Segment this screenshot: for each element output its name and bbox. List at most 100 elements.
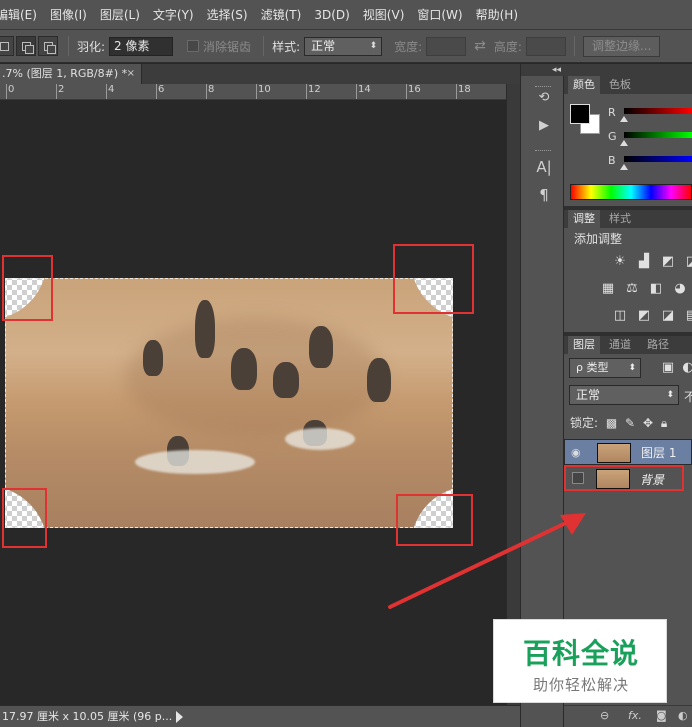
play-icon[interactable]: [176, 711, 183, 723]
tab-channels[interactable]: 通道: [604, 336, 636, 354]
layer-filter-select[interactable]: ρ 类型 ⬍: [569, 358, 641, 378]
layer-row-layer1[interactable]: ◉ 图层 1: [564, 439, 692, 465]
black-white-icon[interactable]: ◧: [648, 281, 664, 297]
lock-all-icon[interactable]: 🔒︎: [661, 416, 667, 430]
channel-b-label: B: [608, 154, 616, 167]
menu-help[interactable]: 帮助(H): [476, 6, 518, 23]
highlight-box: [393, 244, 474, 314]
blue-slider[interactable]: [624, 156, 692, 162]
layers-footer: ⊖ fx. ◙ ◐: [564, 705, 692, 727]
red-slider[interactable]: [624, 108, 692, 114]
style-select[interactable]: 正常 ⬍: [304, 36, 383, 56]
lock-position-icon[interactable]: ✥: [643, 416, 653, 430]
link-icon[interactable]: ⊖: [600, 709, 609, 722]
lock-transparency-icon[interactable]: ▩: [606, 416, 617, 430]
vibrance-icon[interactable]: ▦: [600, 281, 616, 297]
green-slider[interactable]: [624, 132, 692, 138]
layer-filter-value: ρ 类型: [576, 361, 609, 374]
height-input[interactable]: [525, 36, 566, 56]
watermark-logo: 百科全说 助你轻松解决: [493, 619, 667, 703]
grip-icon[interactable]: [535, 150, 551, 152]
color-balance-icon[interactable]: ⚖: [624, 281, 640, 297]
collapse-dock-icon[interactable]: ◂◂: [521, 64, 565, 76]
tab-styles[interactable]: 样式: [604, 210, 636, 228]
image-filter-icon[interactable]: ▣: [660, 360, 676, 376]
divider: [263, 36, 265, 56]
menu-filter[interactable]: 滤镜(T): [261, 6, 302, 23]
blend-mode-select[interactable]: 正常 ⬍: [569, 385, 679, 405]
document-tab[interactable]: .7% (图层 1, RGB/8#) * ×: [0, 64, 142, 84]
slider-thumb-icon[interactable]: [620, 164, 628, 170]
eye-icon[interactable]: ◉: [571, 446, 585, 460]
swap-icon[interactable]: ⇄: [474, 38, 486, 54]
divider: [68, 36, 69, 56]
lock-brush-icon[interactable]: ✎: [625, 416, 635, 430]
menu-3d[interactable]: 3D(D): [314, 8, 349, 22]
antialias-checkbox[interactable]: [187, 40, 200, 52]
horizontal-ruler: 0 2 4 6 8 10 12 14 16 18: [0, 84, 506, 100]
threshold-icon[interactable]: ◪: [660, 308, 676, 324]
intersect-selection-button[interactable]: [38, 36, 58, 56]
gradient-map-icon[interactable]: ▤: [684, 308, 692, 324]
color-spectrum[interactable]: [570, 184, 692, 200]
width-input[interactable]: [426, 36, 467, 56]
menu-type[interactable]: 文字(Y): [153, 6, 194, 23]
adjustment-filter-icon[interactable]: ◐: [680, 360, 692, 376]
ruler-tick: 16: [406, 84, 421, 99]
brightness-icon[interactable]: ☀: [612, 254, 628, 270]
tab-paths[interactable]: 路径: [642, 336, 674, 354]
menu-image[interactable]: 图像(I): [50, 6, 87, 23]
blend-mode-value: 正常: [576, 388, 601, 402]
wildebeest: [143, 340, 163, 376]
menu-layer[interactable]: 图层(L): [100, 6, 140, 23]
tab-adjustments[interactable]: 调整: [568, 210, 600, 228]
exposure-icon[interactable]: ◪: [684, 254, 692, 270]
refine-edge-button[interactable]: 调整边缘...: [582, 35, 661, 57]
menu-window[interactable]: 窗口(W): [417, 6, 462, 23]
invert-icon[interactable]: ◫: [612, 308, 628, 324]
slider-thumb-icon[interactable]: [620, 140, 628, 146]
subtract-selection-button[interactable]: [0, 36, 14, 56]
antialias-label: 消除锯齿: [203, 39, 252, 54]
lock-label: 锁定:: [570, 416, 599, 430]
curves-icon[interactable]: ◩: [660, 254, 676, 270]
close-icon[interactable]: ×: [127, 64, 135, 84]
wildebeest: [367, 358, 391, 402]
watermark-title: 百科全说: [522, 637, 639, 670]
highlight-box: [2, 488, 47, 548]
feather-input[interactable]: 2 像素: [109, 36, 174, 56]
mask-icon[interactable]: ◙: [656, 709, 667, 722]
tab-layers[interactable]: 图层: [568, 336, 600, 354]
menu-edit[interactable]: 编辑(E): [0, 6, 37, 23]
photo-filter-icon[interactable]: ◕: [672, 281, 688, 297]
document-tab-bar: .7% (图层 1, RGB/8#) * ×: [0, 64, 520, 84]
options-bar: 羽化: 2 像素 消除锯齿 样式: 正常 ⬍ 宽度: ⇄ 高度: 调整边缘...: [0, 30, 692, 63]
water-splash: [285, 428, 355, 450]
levels-icon[interactable]: ▟: [636, 254, 652, 270]
actions-play-icon[interactable]: ▶: [535, 118, 553, 133]
history-icon[interactable]: ⟲: [535, 90, 553, 105]
divider: [573, 36, 575, 56]
menu-view[interactable]: 视图(V): [363, 6, 405, 23]
document-tab-title: .7% (图层 1, RGB/8#) *: [2, 67, 128, 80]
tab-color[interactable]: 颜色: [568, 76, 600, 94]
height-label: 高度:: [493, 39, 522, 54]
panel-header-strip: [564, 64, 692, 76]
square-icon: [25, 45, 34, 54]
ruler-tick: 2: [55, 84, 65, 99]
updown-arrow-icon: ⬍: [666, 390, 674, 400]
slider-thumb-icon[interactable]: [620, 116, 628, 122]
foreground-color-swatch[interactable]: [570, 104, 590, 124]
grip-icon[interactable]: [535, 86, 551, 88]
posterize-icon[interactable]: ◩: [636, 308, 652, 324]
water-splash: [135, 450, 255, 474]
fx-button[interactable]: fx.: [628, 709, 642, 722]
new-selection-button[interactable]: [16, 36, 36, 56]
character-icon[interactable]: A|: [535, 158, 553, 176]
wildebeest: [195, 300, 215, 358]
tab-swatches[interactable]: 色板: [604, 76, 636, 94]
menu-select[interactable]: 选择(S): [207, 6, 248, 23]
paragraph-icon[interactable]: ¶: [535, 186, 553, 204]
adjustment-layer-icon[interactable]: ◐: [678, 709, 688, 722]
style-label: 样式:: [272, 39, 301, 54]
